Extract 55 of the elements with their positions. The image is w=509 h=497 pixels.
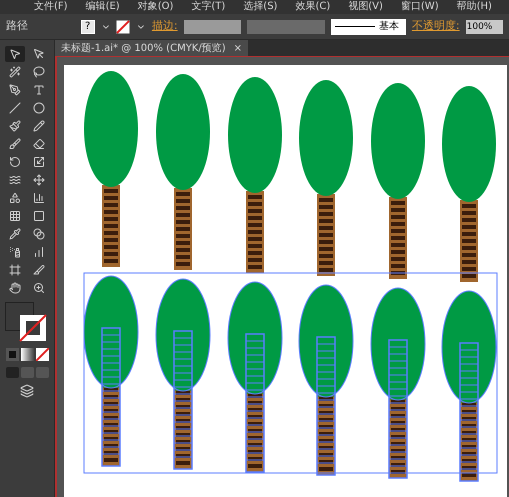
brush-icon xyxy=(9,138,21,150)
no-stroke-swatch-icon[interactable] xyxy=(116,20,130,34)
menu-item[interactable]: 文件(F) xyxy=(34,2,68,12)
color-mode-icon[interactable] xyxy=(6,348,18,361)
eyedropper-icon xyxy=(9,228,21,240)
arrow-pointer-icon xyxy=(9,48,21,60)
menu-item[interactable]: 文字(T) xyxy=(191,2,226,12)
solid-arrow-pointer-icon xyxy=(33,48,45,60)
document-tab[interactable]: 未标题-1.ai* @ 100% (CMYK/预览) × xyxy=(55,40,248,56)
stroke-style-dropdown[interactable]: 基本 xyxy=(331,18,406,34)
stroke-style-value: 基本 xyxy=(379,20,400,34)
stroke-weight-field[interactable] xyxy=(184,20,241,34)
blend-icon xyxy=(33,228,45,240)
menu-item[interactable]: 选择(S) xyxy=(243,2,278,12)
scale-icon xyxy=(33,156,45,168)
menu-item[interactable]: 编辑(E) xyxy=(86,2,120,12)
pen-icon xyxy=(9,84,21,96)
zoom-icon xyxy=(33,282,45,294)
paintbrush-icon xyxy=(9,120,21,132)
opacity-field[interactable]: 100% xyxy=(466,20,503,34)
bar-chart-icon xyxy=(33,192,45,204)
fill-swatch[interactable]: ? xyxy=(80,20,95,34)
frame-icon xyxy=(9,264,21,276)
shapes-icon xyxy=(9,192,21,204)
ellipse-icon xyxy=(33,102,45,114)
hand-icon xyxy=(9,282,21,294)
rotate-icon xyxy=(9,156,21,168)
type-icon xyxy=(33,84,45,96)
gradient-mode-icon[interactable] xyxy=(20,348,34,361)
close-tab-button[interactable]: × xyxy=(234,40,242,56)
column-chart-icon xyxy=(33,246,45,258)
object-type-label: 路径 xyxy=(6,18,29,34)
menu-item[interactable]: 窗口(W) xyxy=(400,2,439,12)
fill-stroke-swatches-icon[interactable] xyxy=(5,302,47,342)
grid-icon xyxy=(9,210,21,222)
knife-icon xyxy=(33,264,45,276)
screen-mode-icon[interactable] xyxy=(20,384,34,398)
opacity-label[interactable]: 不透明度: xyxy=(412,18,460,35)
line-icon xyxy=(9,102,21,114)
menu-item[interactable]: 对象(O) xyxy=(138,2,174,12)
magic-wand-icon xyxy=(9,66,21,78)
menu-item[interactable]: 帮助(H) xyxy=(456,2,492,12)
stroke-line-preview xyxy=(335,26,376,28)
lasso-icon xyxy=(33,66,45,78)
square-icon xyxy=(33,210,45,222)
menu-item[interactable]: 视图(V) xyxy=(348,2,383,12)
menu-item[interactable]: 效果(C) xyxy=(295,2,330,12)
tool-button[interactable] xyxy=(5,46,25,62)
document-title: 未标题-1.ai* @ 100% (CMYK/预览) xyxy=(61,42,226,56)
move-icon xyxy=(33,174,45,186)
eraser-icon xyxy=(33,138,45,150)
stroke-label[interactable]: 描边: xyxy=(152,18,178,35)
pencil-icon xyxy=(33,120,45,132)
none-mode-icon[interactable] xyxy=(36,348,48,361)
waves-icon xyxy=(9,174,21,186)
